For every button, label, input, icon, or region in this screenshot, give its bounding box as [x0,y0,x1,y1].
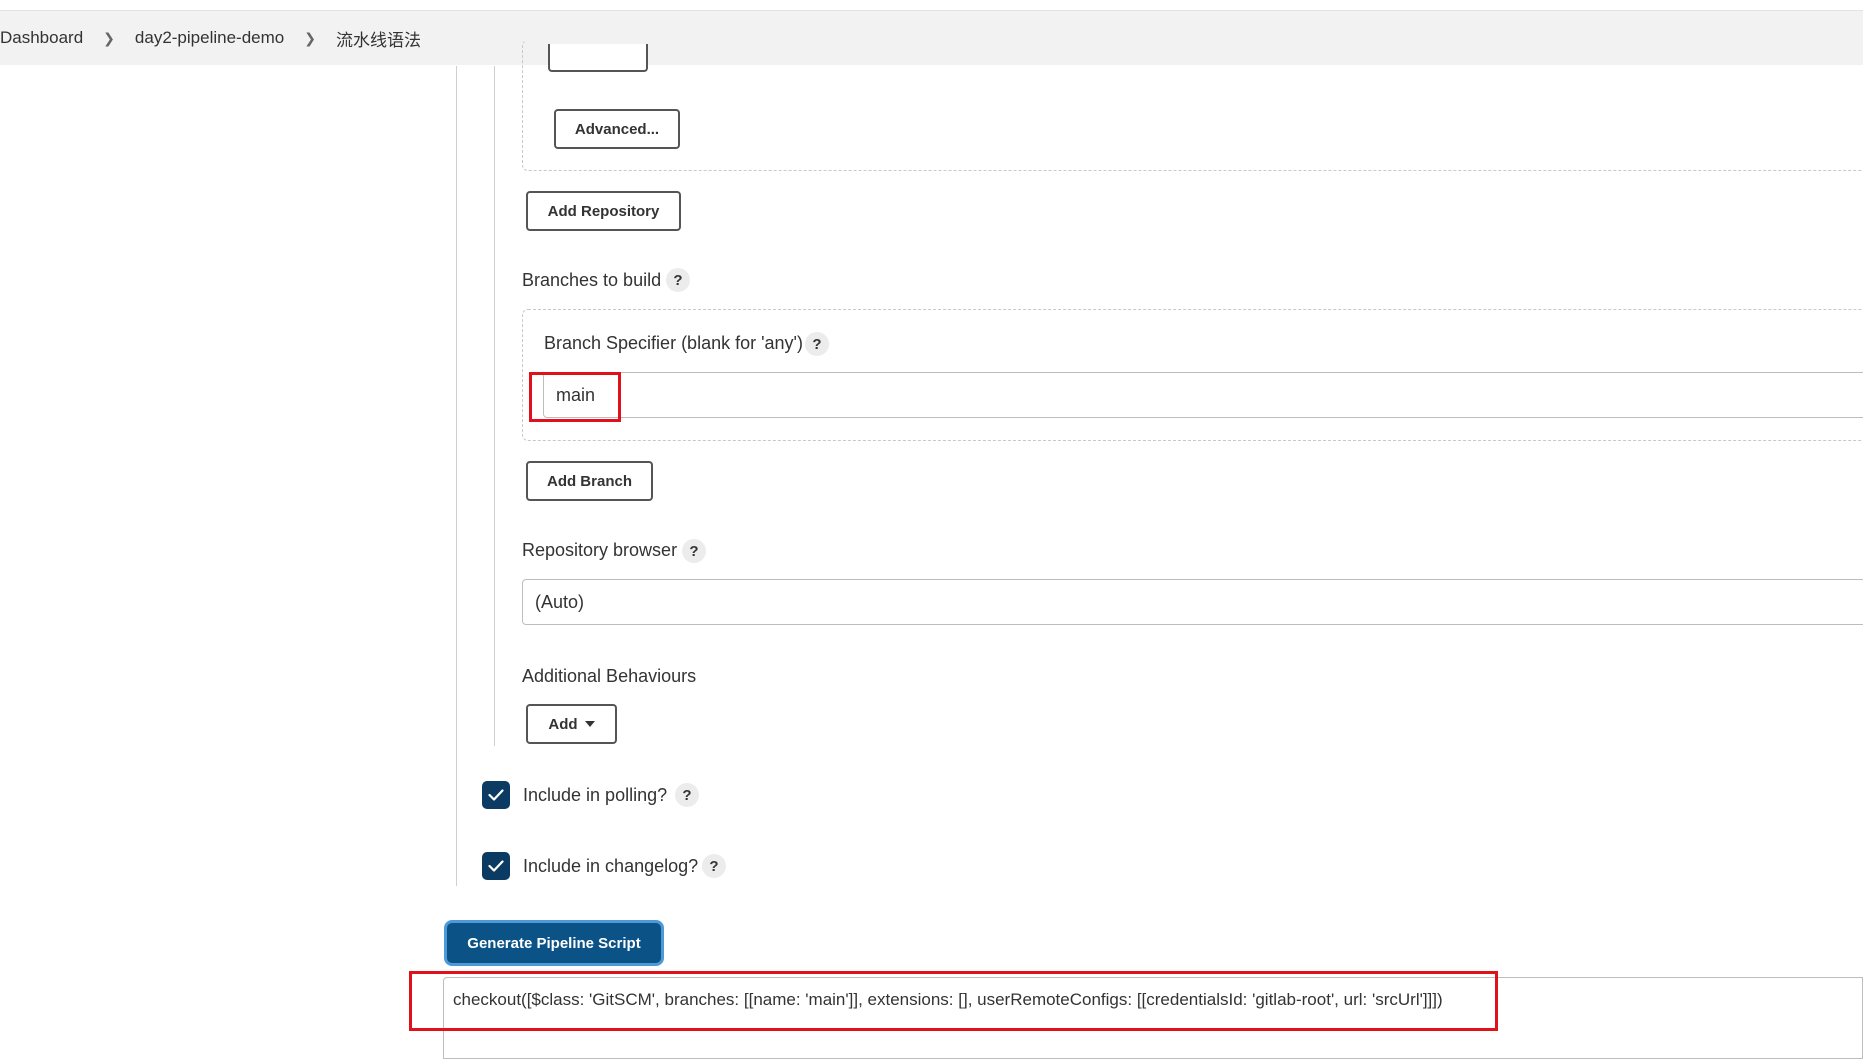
additional-behaviours-label: Additional Behaviours [522,666,697,686]
breadcrumb-pipeline-syntax[interactable]: 流水线语法 [336,26,421,51]
repository-container [522,40,1863,171]
breadcrumb-job[interactable]: day2-pipeline-demo [135,28,284,48]
repository-browser-select[interactable]: (Auto) [522,579,1863,625]
top-border [0,0,1863,11]
add-label: Add [548,715,578,733]
caret-down-icon [584,721,595,727]
repository-browser-help-icon[interactable]: ? [682,539,706,563]
include-changelog-help-icon[interactable]: ? [702,854,726,878]
chevron-right-icon: ❯ [304,29,316,46]
include-polling-checkbox[interactable] [482,781,510,809]
section-guide-outer [456,66,457,886]
section-guide-inner [494,66,495,746]
branch-highlight-box [529,372,621,422]
checkmark-icon [488,789,504,801]
add-behaviour-button[interactable]: Add [526,704,617,744]
branch-specifier-help-icon[interactable]: ? [805,332,829,356]
include-polling-help-icon[interactable]: ? [675,783,699,807]
checkmark-icon [488,860,504,872]
chevron-right-icon: ❯ [103,29,115,46]
generate-pipeline-script-button[interactable]: Generate Pipeline Script [447,923,661,963]
advanced-button[interactable]: Advanced... [554,109,680,149]
branch-specifier-input[interactable]: main [543,372,1863,418]
partial-button[interactable] [548,44,648,72]
branch-specifier-label: Branch Specifier (blank for 'any') [544,333,803,353]
branches-to-build-label: Branches to build [522,270,662,290]
repository-browser-label: Repository browser [522,540,678,560]
include-polling-label: Include in polling? [523,785,668,805]
branches-help-icon[interactable]: ? [666,268,690,292]
script-highlight-box [409,971,1498,1031]
add-repository-button[interactable]: Add Repository [526,191,681,231]
breadcrumb-dashboard[interactable]: Dashboard [0,28,83,48]
add-branch-button[interactable]: Add Branch [526,461,653,501]
include-changelog-checkbox[interactable] [482,852,510,880]
include-changelog-label: Include in changelog? [523,856,699,876]
